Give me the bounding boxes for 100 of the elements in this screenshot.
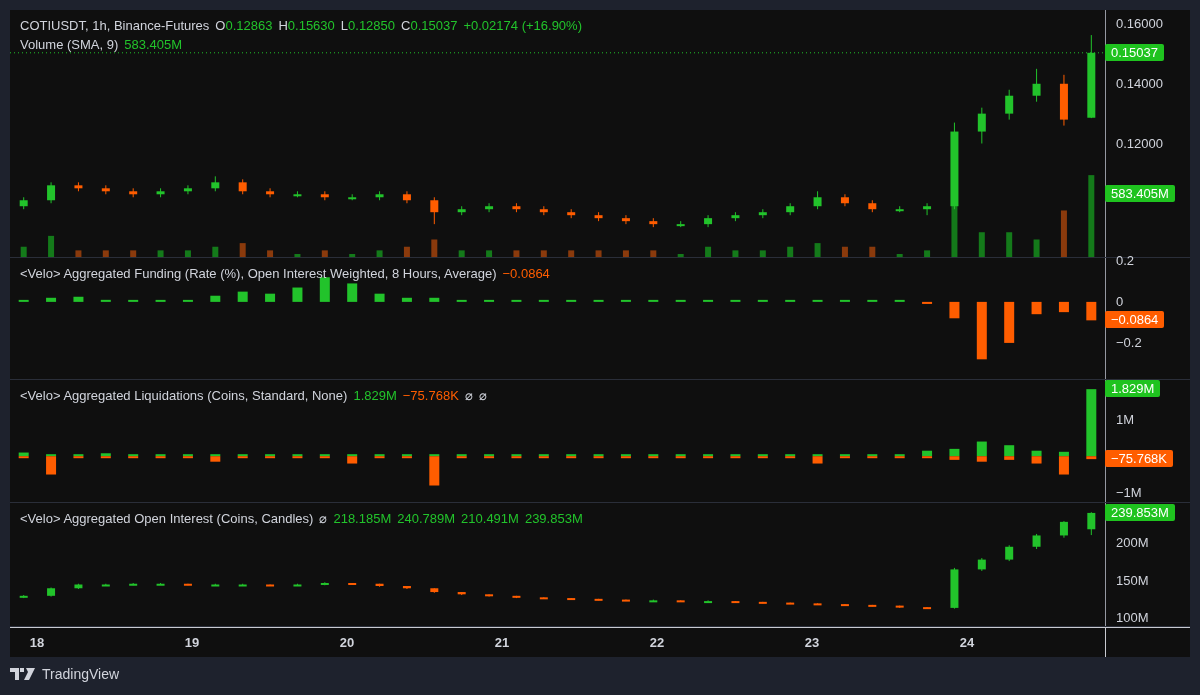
candle — [320, 190, 329, 201]
funding-bar — [128, 299, 139, 302]
candle — [375, 583, 384, 588]
funding-bar — [265, 293, 276, 302]
candle — [758, 601, 767, 604]
volume-bar — [924, 250, 931, 257]
volume-bar — [759, 250, 766, 257]
logo-icon — [10, 667, 36, 681]
funding-bar — [620, 299, 631, 302]
volume-bar — [814, 243, 821, 257]
candle — [430, 196, 439, 225]
volume-bar — [458, 250, 465, 257]
candle — [977, 107, 986, 144]
funding-bar — [867, 299, 878, 302]
candle — [430, 587, 439, 594]
candle — [266, 584, 275, 587]
funding-bar — [182, 299, 193, 302]
funding-bar — [730, 299, 741, 302]
candle — [1059, 520, 1068, 539]
candle — [704, 599, 713, 604]
axis-label: 0.14000 — [1116, 75, 1163, 92]
candle — [594, 211, 603, 222]
candle — [676, 599, 685, 603]
legend-symbol: ⌀ — [464, 388, 473, 404]
brand-name: TradingView — [42, 666, 120, 682]
volume-bar — [622, 250, 629, 257]
axis-label: 100M — [1116, 610, 1149, 627]
candle — [74, 181, 83, 192]
legend-title: Volume (SMA, 9) — [20, 37, 119, 53]
candle — [101, 583, 110, 587]
funding-bar — [703, 299, 714, 302]
volume-bar — [239, 243, 246, 257]
volume-bar — [1060, 210, 1067, 257]
funding-bar — [1058, 301, 1069, 313]
legend-title: <Velo> Aggregated Funding (Rate (%), Open Interest Weighted, 8 Hours, Average) — [20, 266, 497, 282]
volume-bar — [376, 250, 383, 257]
candle — [512, 202, 521, 213]
candle — [348, 193, 357, 201]
candle — [348, 582, 357, 585]
legend-title: COTIUSDT, 1h, Binance-Futures — [20, 18, 210, 34]
funding-bar — [593, 299, 604, 302]
volume-bar — [486, 250, 493, 257]
candle — [211, 175, 220, 192]
legend-title: <Velo> Aggregated Liquidations (Coins, Standard, None) — [20, 388, 348, 404]
volume-bar — [102, 250, 109, 257]
candle — [293, 583, 302, 587]
candle — [567, 208, 576, 219]
volume-bar — [650, 250, 657, 257]
candle — [457, 591, 466, 596]
ohlc-value: 0.15037 — [410, 18, 458, 34]
candle — [1087, 511, 1096, 536]
time-axis-label: 23 — [804, 635, 820, 650]
price-badge: −0.0864 — [1105, 311, 1165, 329]
legend-value: 239.853M — [524, 511, 583, 527]
candle — [621, 214, 630, 225]
legend-value: 210.491M — [461, 511, 519, 527]
volume-bar — [321, 250, 328, 257]
volume-bar — [431, 239, 438, 257]
price-badge: 239.853M — [1105, 503, 1175, 521]
candle — [156, 582, 165, 586]
funding-bar — [648, 299, 659, 302]
candle — [47, 587, 56, 598]
candle — [758, 208, 767, 219]
ohlc-value: 0.12850 — [348, 18, 396, 34]
time-axis-label: 21 — [494, 635, 510, 650]
candle — [457, 205, 466, 216]
time-axis-label: 20 — [339, 635, 355, 650]
legend-title: <Velo> Aggregated Open Interest (Coins, Candles) — [20, 511, 314, 527]
volume-bar — [677, 254, 684, 257]
volume-bar — [294, 254, 301, 257]
candle — [840, 193, 849, 207]
funding-bar — [347, 283, 358, 302]
candle — [183, 583, 192, 586]
candle — [320, 581, 329, 586]
candle — [840, 603, 849, 607]
candle — [923, 606, 932, 610]
volume-bar — [1006, 232, 1013, 257]
volume-bar — [157, 250, 164, 257]
funding-bar — [566, 299, 577, 302]
ohlc-label: H — [278, 18, 288, 34]
legend-value: 1.829M — [353, 388, 397, 404]
funding-bar — [18, 299, 29, 302]
candle — [238, 178, 247, 195]
candle — [1032, 68, 1041, 103]
volume-bar — [705, 246, 712, 257]
candle — [1005, 544, 1014, 562]
candle — [156, 187, 165, 198]
candle — [101, 184, 110, 195]
legend-symbol: ⌀ — [478, 388, 487, 404]
candle — [375, 190, 384, 201]
candle — [485, 593, 494, 598]
funding-bar — [757, 299, 768, 302]
axis-label: 200M — [1116, 535, 1149, 551]
funding-bar — [237, 291, 248, 302]
axis-label: −0.2 — [1116, 334, 1142, 351]
candle — [539, 205, 548, 216]
funding-bar — [210, 295, 221, 302]
funding-bar — [839, 299, 850, 302]
volume-bar — [403, 246, 410, 257]
volume-bar — [75, 250, 82, 257]
